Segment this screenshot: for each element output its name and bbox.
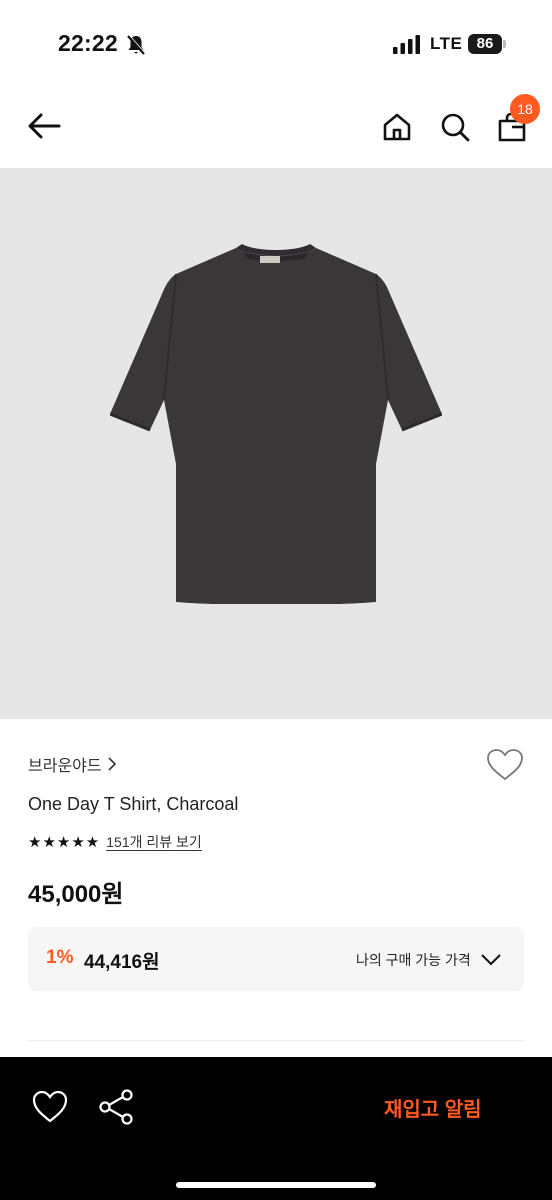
rating-row: ★★★★★ 151개 리뷰 보기	[28, 832, 202, 852]
wishlist-heart-icon[interactable]	[30, 1089, 70, 1125]
t-shirt-image	[110, 244, 442, 604]
arrow-left-icon	[28, 113, 61, 139]
home-indicator	[176, 1182, 376, 1188]
bottom-action-bar: 재입고 알림	[0, 1057, 552, 1200]
cellular-signal-icon	[393, 35, 420, 54]
battery-icon: 86	[468, 34, 502, 54]
network-type: LTE	[430, 34, 463, 53]
brand-link[interactable]: 브라운야드	[28, 752, 116, 776]
cart-count-badge: 18	[510, 94, 540, 124]
search-icon	[441, 113, 470, 142]
my-price: 44,416원	[84, 952, 160, 973]
chevron-down-icon	[481, 954, 501, 966]
home-button[interactable]	[376, 106, 418, 148]
status-bar: 22:22 LTE 86	[0, 0, 552, 80]
heart-icon[interactable]	[486, 748, 524, 782]
divider	[28, 1040, 524, 1041]
share-icon[interactable]	[96, 1087, 136, 1127]
chevron-right-icon	[108, 757, 116, 771]
product-price: 45,000원	[28, 881, 124, 908]
my-price-box[interactable]: 1% 44,416원 나의 구매 가능 가격	[28, 927, 524, 991]
battery-cap	[503, 40, 506, 48]
top-nav-bar	[0, 82, 552, 168]
back-button[interactable]	[22, 106, 66, 146]
restock-alert-button[interactable]: 재입고 알림	[384, 1093, 482, 1122]
product-name: One Day T Shirt, Charcoal	[28, 794, 239, 814]
my-price-label: 나의 구매 가능 가격	[356, 952, 471, 968]
discount-rate: 1%	[46, 947, 74, 968]
search-button[interactable]	[434, 106, 476, 148]
rating-stars: ★★★★★	[28, 834, 101, 851]
status-time: 22:22	[58, 30, 118, 56]
product-image[interactable]	[0, 168, 552, 719]
review-link[interactable]: 151개 리뷰 보기	[106, 832, 202, 852]
home-icon	[383, 113, 411, 141]
brand-name: 브라운야드	[28, 758, 102, 775]
bell-muted-icon	[127, 34, 146, 55]
